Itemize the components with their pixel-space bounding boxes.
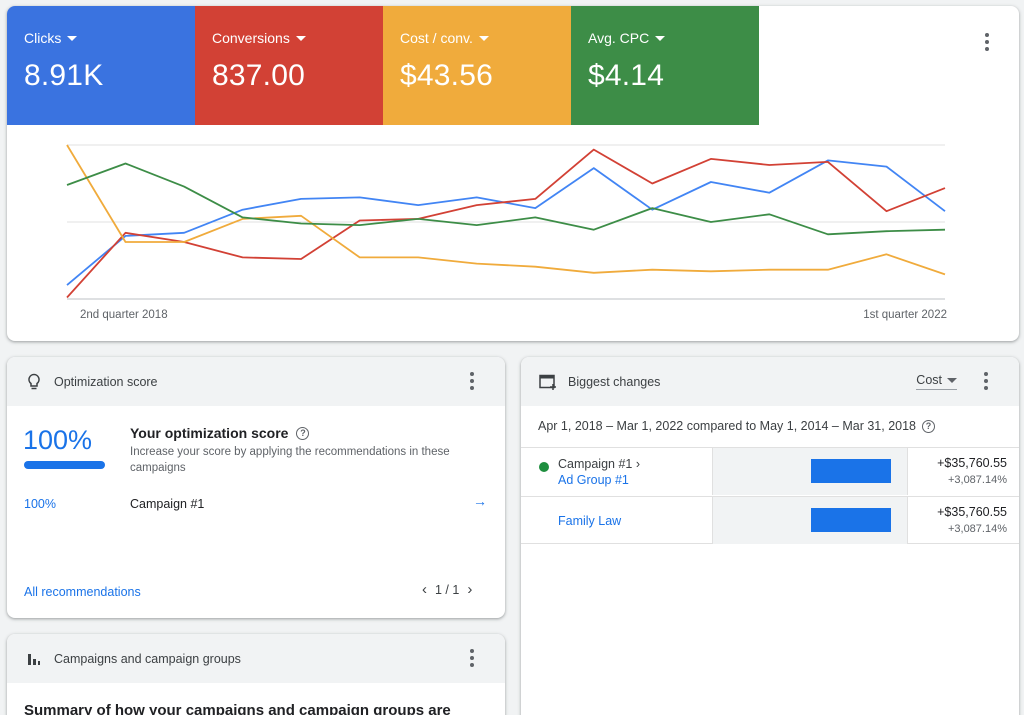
x-axis-start-label: 2nd quarter 2018 [80, 309, 168, 321]
card-header: Biggest changes Cost [521, 357, 1019, 406]
pager: ‹ 1 / 1 › [422, 581, 472, 598]
chart-series [66, 144, 946, 299]
change-bar [811, 508, 891, 532]
family-law-link[interactable]: Family Law [558, 514, 621, 528]
arrow-right-icon[interactable]: → [473, 493, 487, 509]
metric-value: $43.56 [400, 59, 493, 92]
card-title: Biggest changes [568, 374, 661, 389]
date-range: Apr 1, 2018 – Mar 1, 2022 compared to Ma… [538, 419, 936, 433]
pager-text: 1 / 1 [435, 582, 460, 597]
ad-group-link[interactable]: Ad Group #1 [558, 473, 629, 487]
campaign-link[interactable]: Campaign #1 › [558, 457, 640, 471]
series-line-2 [66, 144, 946, 276]
campaigns-card: Campaigns and campaign groups Summary of… [7, 634, 505, 715]
score-title: Your optimization score ? [130, 425, 310, 441]
caret-down-icon [295, 36, 306, 41]
all-recommendations-link[interactable]: All recommendations [24, 585, 141, 599]
metric-value: $4.14 [588, 59, 665, 92]
help-icon[interactable]: ? [296, 426, 310, 440]
metric-label: Cost / conv. [400, 30, 473, 46]
metric-value: 837.00 [212, 59, 305, 92]
series-line-0 [66, 159, 946, 286]
change-amount: +$35,760.55 [937, 456, 1007, 470]
metric-select[interactable]: Cost [916, 373, 957, 390]
card-header: Campaigns and campaign groups [7, 634, 505, 683]
metric-conversions[interactable]: Conversions 837.00 [195, 6, 383, 125]
chevron-left-icon[interactable]: ‹ [422, 581, 427, 598]
series-line-1 [66, 148, 946, 299]
metric-value: 8.91K [24, 59, 104, 92]
caret-down-icon [655, 36, 666, 41]
optimization-score-value: 100% [23, 425, 93, 455]
date-range-text: Apr 1, 2018 – Mar 1, 2022 compared to Ma… [538, 419, 917, 433]
status-dot-icon [539, 462, 549, 472]
bar-chart-icon [24, 649, 44, 669]
biggest-changes-card: Biggest changes Cost Apr 1, 2018 – Mar 1… [521, 357, 1019, 715]
score-description: Increase your score by applying the reco… [130, 446, 450, 474]
chevron-right-icon[interactable]: › [467, 581, 472, 598]
metric-clicks[interactable]: Clicks 8.91K [7, 6, 195, 125]
card-title: Optimization score [54, 374, 158, 389]
table-row: Campaign #1 › Ad Group #1 +$35,760.55 +3… [521, 447, 1019, 495]
metric-cost-per-conv[interactable]: Cost / conv. $43.56 [383, 6, 571, 125]
performance-card: Clicks 8.91K Conversions 837.00 Cost / c… [7, 6, 1019, 341]
table-row: Family Law +$35,760.55 +3,087.14% [521, 496, 1019, 544]
metric-avg-cpc[interactable]: Avg. CPC $4.14 [571, 6, 759, 125]
more-options-icon[interactable] [974, 369, 998, 393]
card-header: Optimization score [7, 357, 505, 406]
more-options-icon[interactable] [460, 646, 484, 670]
score-title-text: Your optimization score [130, 425, 289, 441]
optimization-score-card: Optimization score 100% Your optimizatio… [7, 357, 505, 618]
change-percent: +3,087.14% [947, 523, 1007, 535]
score-progress-bar [24, 461, 105, 469]
metric-label: Avg. CPC [588, 30, 650, 46]
help-icon[interactable]: ? [922, 419, 936, 433]
caret-down-icon [947, 377, 957, 383]
change-bar [811, 459, 891, 483]
caret-down-icon [67, 36, 78, 41]
metric-label: Conversions [212, 30, 290, 46]
campaign-name[interactable]: Campaign #1 [130, 497, 204, 511]
series-line-3 [66, 162, 946, 236]
campaign-score: 100% [24, 497, 56, 511]
x-axis-end-label: 1st quarter 2022 [863, 309, 947, 321]
summary-text: Summary of how your campaigns and campai… [24, 702, 451, 715]
more-options-icon[interactable] [460, 369, 484, 393]
metric-label: Clicks [24, 30, 62, 46]
change-amount: +$35,760.55 [937, 505, 1007, 519]
caret-down-icon [478, 36, 489, 41]
window-add-icon [538, 372, 558, 392]
card-title: Campaigns and campaign groups [54, 651, 241, 666]
more-options-icon[interactable] [975, 30, 999, 54]
change-percent: +3,087.14% [947, 474, 1007, 486]
metric-select-value: Cost [916, 373, 942, 387]
lightbulb-icon [24, 372, 44, 392]
